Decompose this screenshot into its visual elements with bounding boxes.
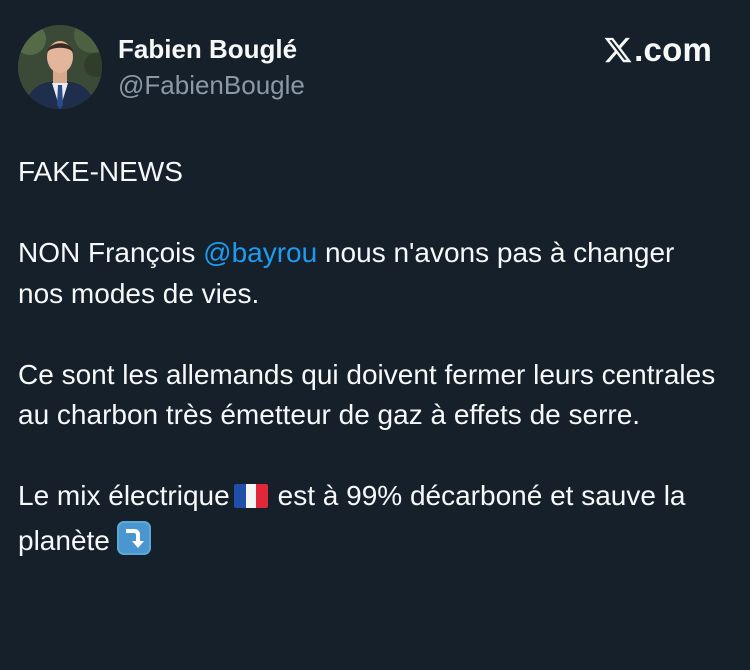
tweet-paragraph-4: Le mix électrique est à 99% décarboné et …	[18, 476, 718, 567]
france-flag-icon	[233, 479, 268, 520]
tweet-card: Fabien Bouglé @FabienBougle .com FAKE-NE…	[0, 0, 750, 670]
x-brand[interactable]: .com	[603, 30, 712, 70]
tweet-text: FAKE-NEWS NON François @bayrou nous n'av…	[18, 152, 718, 567]
tweet-paragraph-2: NON François @bayrou nous n'avons pas à …	[18, 233, 718, 314]
tweet-paragraph-3: Ce sont les allemands qui doivent fermer…	[18, 358, 716, 431]
avatar[interactable]	[18, 25, 102, 109]
avatar-photo	[18, 25, 102, 109]
arrow-down-right-emoji-icon	[116, 520, 152, 568]
author-handle[interactable]: @FabienBougle	[118, 70, 305, 100]
x-logo-icon	[604, 37, 632, 63]
tweet-line-headline: FAKE-NEWS	[18, 156, 183, 187]
brand-domain-suffix: .com	[634, 31, 712, 68]
tweet-text-fragment: Le mix électrique	[18, 480, 230, 511]
tweet-text-fragment: NON François	[18, 237, 204, 268]
mention-link[interactable]: @bayrou	[203, 237, 317, 268]
author-display-name[interactable]: Fabien Bouglé	[118, 34, 297, 64]
